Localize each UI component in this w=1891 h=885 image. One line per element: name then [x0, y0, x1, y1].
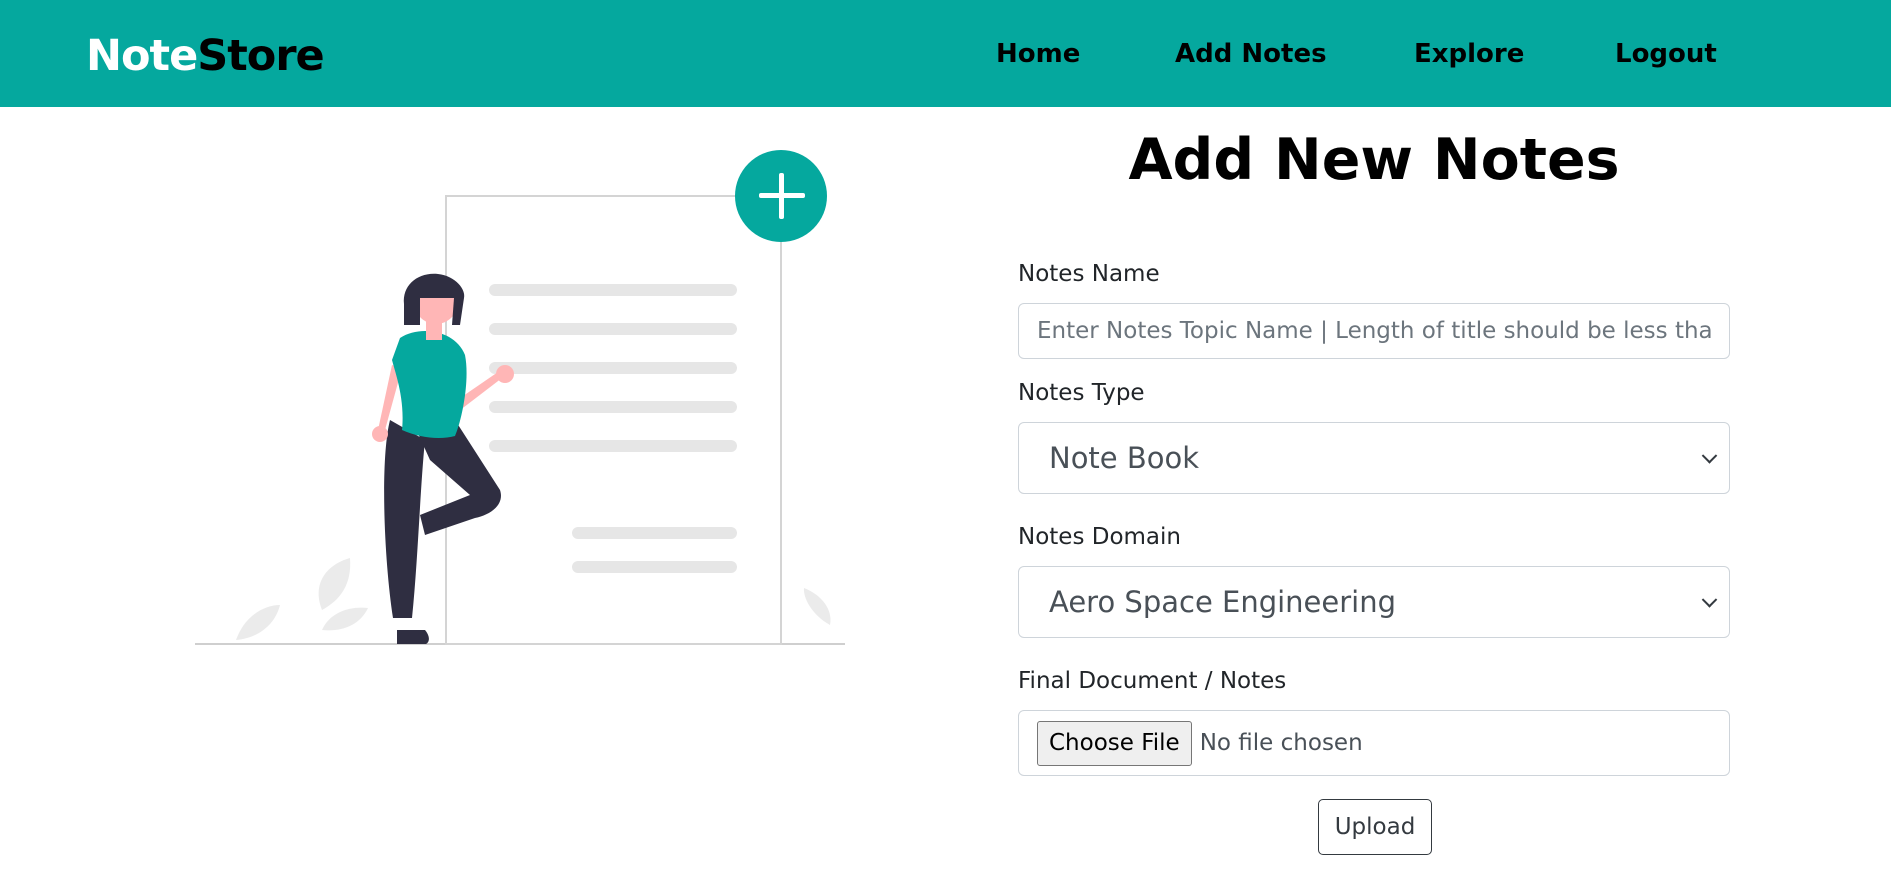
nav-link-explore[interactable]: Explore [1414, 36, 1524, 72]
notes-type-label: Notes Type [1018, 380, 1145, 406]
notes-domain-selected-value: Aero Space Engineering [1049, 585, 1397, 619]
plus-icon [735, 150, 827, 242]
brand-logo[interactable]: NoteStore [86, 28, 325, 84]
page-title: Add New Notes [1128, 127, 1620, 193]
add-notes-illustration [195, 150, 845, 645]
file-status-text: No file chosen [1199, 730, 1363, 756]
navbar: NoteStore Home Add Notes Explore Logout [0, 0, 1891, 107]
file-input[interactable]: Choose File No file chosen [1018, 710, 1730, 776]
document-icon [445, 195, 782, 645]
chevron-down-icon [1701, 448, 1718, 464]
notes-type-selected-value: Note Book [1049, 441, 1200, 475]
notes-domain-label: Notes Domain [1018, 524, 1181, 550]
brand-part-note: Note [86, 31, 198, 81]
notes-name-input[interactable] [1018, 303, 1730, 359]
notes-name-label: Notes Name [1018, 261, 1160, 287]
final-document-label: Final Document / Notes [1018, 668, 1287, 694]
brand-part-store: Store [197, 31, 324, 81]
nav-link-logout[interactable]: Logout [1615, 36, 1717, 72]
upload-button[interactable]: Upload [1318, 799, 1432, 855]
nav-link-add-notes[interactable]: Add Notes [1175, 36, 1327, 72]
choose-file-button[interactable]: Choose File [1037, 720, 1192, 766]
nav-link-home[interactable]: Home [996, 36, 1080, 72]
notes-type-select[interactable]: Note Book [1018, 422, 1730, 494]
chevron-down-icon [1701, 592, 1718, 608]
notes-domain-select[interactable]: Aero Space Engineering [1018, 566, 1730, 638]
